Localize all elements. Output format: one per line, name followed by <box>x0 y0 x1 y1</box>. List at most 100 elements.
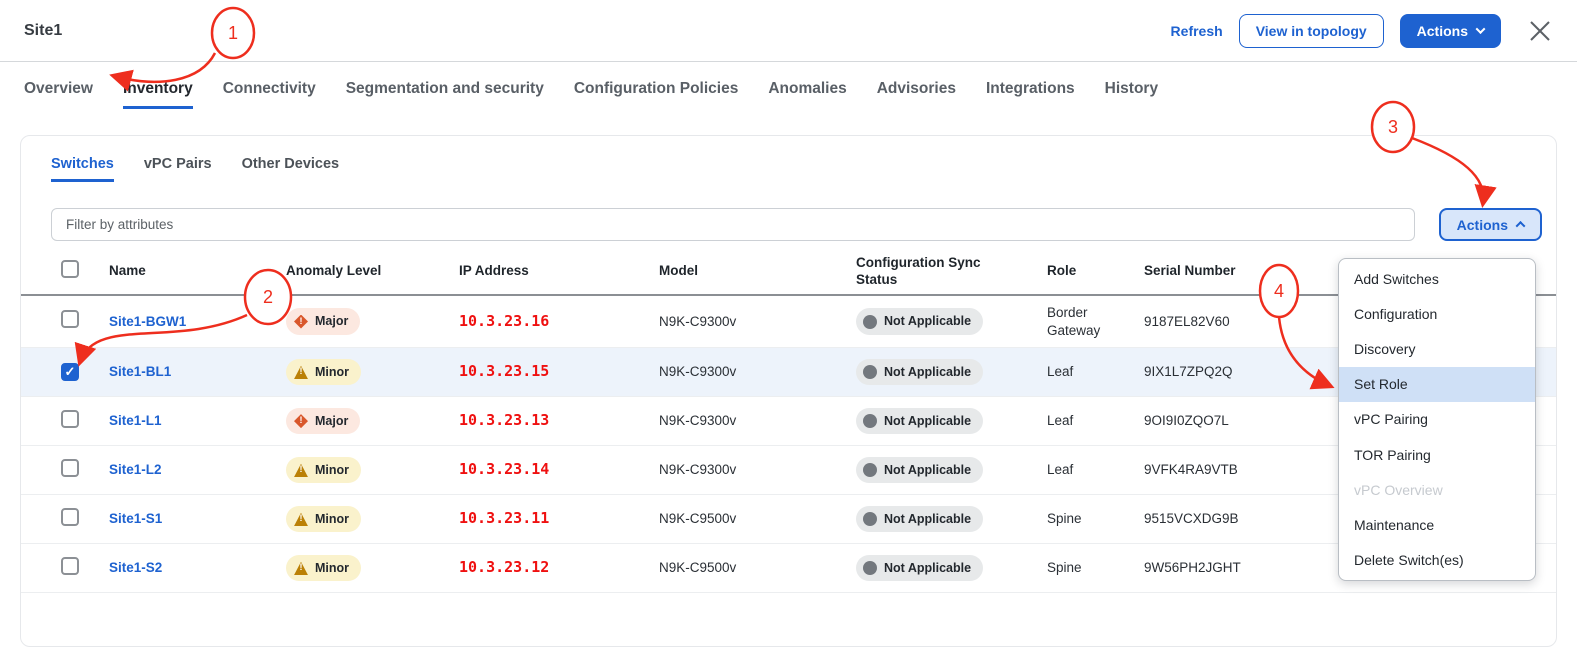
row-checkbox[interactable] <box>61 508 79 526</box>
anomaly-icon <box>294 315 308 329</box>
chevron-down-icon <box>1476 24 1486 34</box>
view-in-topology-button[interactable]: View in topology <box>1239 14 1384 48</box>
menu-item-add-switches[interactable]: Add Switches <box>1339 261 1535 296</box>
row-checkbox[interactable] <box>61 557 79 575</box>
status-dot-icon <box>863 561 877 575</box>
row-checkbox[interactable] <box>61 459 79 477</box>
anomaly-label: Major <box>315 413 348 429</box>
anomaly-badge: Major <box>286 308 360 334</box>
subtab-vpc-pairs[interactable]: vPC Pairs <box>144 156 212 182</box>
sync-status-badge: Not Applicable <box>856 408 983 434</box>
ip-address: 10.3.23.14 <box>459 460 549 478</box>
chevron-up-icon <box>1516 221 1526 231</box>
filter-row: Actions <box>51 208 1542 241</box>
refresh-link[interactable]: Refresh <box>1171 23 1223 39</box>
menu-item-configuration[interactable]: Configuration <box>1339 296 1535 331</box>
tab-segmentation-and-security[interactable]: Segmentation and security <box>346 80 544 109</box>
switch-name-link[interactable]: Site1-BL1 <box>109 364 171 379</box>
status-dot-icon <box>863 463 877 477</box>
column-header-ip-address[interactable]: IP Address <box>459 263 659 280</box>
sync-status-badge: Not Applicable <box>856 308 983 334</box>
anomaly-icon <box>294 512 308 526</box>
ip-address: 10.3.23.16 <box>459 312 549 330</box>
header-actions-label: Actions <box>1417 23 1468 39</box>
column-header-anomaly-level[interactable]: Anomaly Level <box>286 263 459 280</box>
tab-advisories[interactable]: Advisories <box>877 80 956 109</box>
table-row[interactable]: Site1-BGW1 Major 10.3.23.16 N9K-C9300v N… <box>21 296 1556 348</box>
switch-name-link[interactable]: Site1-S1 <box>109 511 162 526</box>
anomaly-icon <box>294 561 308 575</box>
serial-number: 9515VCXDG9B <box>1144 510 1346 528</box>
sync-status-label: Not Applicable <box>884 560 971 576</box>
anomaly-badge: Minor <box>286 506 361 532</box>
menu-item-delete-switches[interactable]: Delete Switch(es) <box>1339 543 1535 578</box>
row-checkbox[interactable] <box>61 310 79 328</box>
role: Spine <box>1047 510 1144 528</box>
table-row[interactable]: Site1-L1 Major 10.3.23.13 N9K-C9300v Not… <box>21 397 1556 446</box>
menu-item-tor-pairing[interactable]: TOR Pairing <box>1339 437 1535 472</box>
switch-name-link[interactable]: Site1-BGW1 <box>109 314 186 329</box>
status-dot-icon <box>863 365 877 379</box>
page-title: Site1 <box>24 22 62 40</box>
tab-history[interactable]: History <box>1105 80 1158 109</box>
dialog-header: Site1 Refresh View in topology Actions <box>0 0 1577 62</box>
column-header-model[interactable]: Model <box>659 263 856 280</box>
menu-item-set-role[interactable]: Set Role <box>1339 367 1535 402</box>
status-dot-icon <box>863 414 877 428</box>
model: N9K-C9300v <box>659 313 856 331</box>
model: N9K-C9300v <box>659 461 856 479</box>
sync-status-badge: Not Applicable <box>856 457 983 483</box>
column-header-name[interactable]: Name <box>109 263 286 280</box>
menu-item-maintenance[interactable]: Maintenance <box>1339 507 1535 542</box>
column-header-serial-number[interactable]: Serial Number <box>1144 263 1346 280</box>
filter-input[interactable] <box>51 208 1415 241</box>
model: N9K-C9500v <box>659 510 856 528</box>
switch-name-link[interactable]: Site1-L2 <box>109 462 162 477</box>
table-row[interactable]: Site1-S1 Minor 10.3.23.11 N9K-C9500v Not… <box>21 495 1556 544</box>
anomaly-label: Major <box>315 313 348 329</box>
switch-name-link[interactable]: Site1-L1 <box>109 413 162 428</box>
table-actions-button[interactable]: Actions <box>1439 208 1542 241</box>
serial-number: 9VFK4RA9VTB <box>1144 461 1346 479</box>
header-actions-button[interactable]: Actions <box>1400 14 1501 48</box>
close-button[interactable] <box>1527 18 1553 44</box>
anomaly-label: Minor <box>315 462 349 478</box>
actions-dropdown-menu: Add Switches Configuration Discovery Set… <box>1338 258 1536 581</box>
menu-item-discovery[interactable]: Discovery <box>1339 331 1535 366</box>
switch-name-link[interactable]: Site1-S2 <box>109 560 162 575</box>
anomaly-badge: Major <box>286 408 360 434</box>
table-row[interactable]: Site1-S2 Minor 10.3.23.12 N9K-C9500v Not… <box>21 544 1556 593</box>
role: Leaf <box>1047 461 1144 479</box>
table-row[interactable]: Site1-BL1 Minor 10.3.23.15 N9K-C9300v No… <box>21 348 1556 397</box>
anomaly-icon <box>294 365 308 379</box>
tab-connectivity[interactable]: Connectivity <box>223 80 316 109</box>
serial-number: 9187EL82V60 <box>1144 313 1346 331</box>
column-header-role[interactable]: Role <box>1047 263 1144 280</box>
row-checkbox[interactable] <box>61 363 79 381</box>
anomaly-icon <box>294 463 308 477</box>
serial-number: 9OI9I0ZQO7L <box>1144 412 1346 430</box>
column-header-config-sync-status[interactable]: Configuration Sync Status <box>856 255 1047 289</box>
subtab-other-devices[interactable]: Other Devices <box>242 156 340 182</box>
view-in-topology-label: View in topology <box>1256 23 1367 39</box>
tab-integrations[interactable]: Integrations <box>986 80 1075 109</box>
ip-address: 10.3.23.12 <box>459 558 549 576</box>
select-all-checkbox[interactable] <box>61 260 79 278</box>
role: Spine <box>1047 559 1144 577</box>
anomaly-label: Minor <box>315 560 349 576</box>
tab-configuration-policies[interactable]: Configuration Policies <box>574 80 738 109</box>
anomaly-label: Minor <box>315 511 349 527</box>
status-dot-icon <box>863 315 877 329</box>
sync-status-label: Not Applicable <box>884 413 971 429</box>
table-row[interactable]: Site1-L2 Minor 10.3.23.14 N9K-C9300v Not… <box>21 446 1556 495</box>
sync-status-badge: Not Applicable <box>856 506 983 532</box>
tab-inventory[interactable]: Inventory <box>123 80 193 109</box>
subtab-switches[interactable]: Switches <box>51 156 114 182</box>
anomaly-badge: Minor <box>286 359 361 385</box>
menu-item-vpc-pairing[interactable]: vPC Pairing <box>1339 402 1535 437</box>
model: N9K-C9300v <box>659 363 856 381</box>
row-checkbox[interactable] <box>61 410 79 428</box>
anomaly-badge: Minor <box>286 457 361 483</box>
tab-overview[interactable]: Overview <box>24 80 93 109</box>
tab-anomalies[interactable]: Anomalies <box>768 80 846 109</box>
